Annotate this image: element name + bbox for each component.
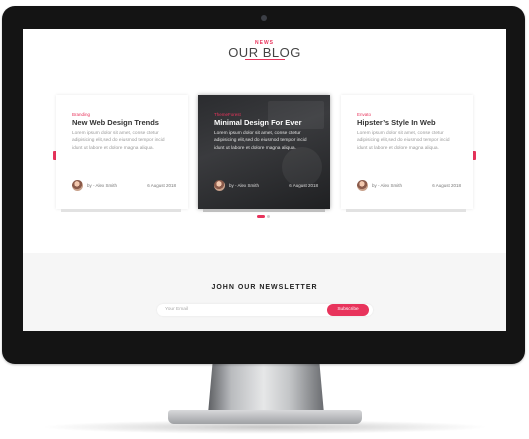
website-screen: NEWS OUR BLOG ‹ › Branding New Web Desig… <box>23 29 506 331</box>
camera-icon <box>261 15 267 21</box>
card-title[interactable]: New Web Design Trends <box>72 118 159 127</box>
card-author[interactable]: by - Alex Smith <box>372 183 402 188</box>
newsletter-title: JOHN OUR NEWSLETTER <box>211 284 318 291</box>
card-category[interactable]: Branding <box>72 112 90 117</box>
card-category[interactable]: Envato <box>357 112 371 117</box>
card-date: 6 August 2018 <box>432 183 461 188</box>
avatar <box>214 180 225 191</box>
card-date: 6 August 2018 <box>289 183 318 188</box>
card-excerpt: Lorem ipsum dolor sit amet, conse ctetur… <box>72 131 165 151</box>
card-excerpt: Lorem ipsum dolor sit amet, conse ctetur… <box>214 131 307 151</box>
card-author[interactable]: by - Alex Smith <box>229 183 259 188</box>
avatar <box>72 180 83 191</box>
card-category[interactable]: ThemeForest <box>214 112 241 117</box>
newsletter-section: JOHN OUR NEWSLETTER Your Email Subscribe <box>23 253 506 331</box>
card-excerpt: Lorem ipsum dolor sit amet, conse ctetur… <box>357 131 450 151</box>
card-title[interactable]: Minimal Design For Ever <box>214 118 302 127</box>
blog-card-1[interactable]: Branding New Web Design Trends Lorem ips… <box>56 95 188 209</box>
carousel-dot[interactable] <box>267 215 270 218</box>
background-bike-shape <box>282 147 322 187</box>
card-shadow-bar <box>203 209 325 212</box>
blog-card-2[interactable]: ThemeForest Minimal Design For Ever Lore… <box>198 95 330 209</box>
monitor-stand-neck <box>208 362 324 414</box>
card-shadow-bar <box>346 209 466 212</box>
monitor-stand-base <box>168 410 362 424</box>
card-date: 6 August 2018 <box>147 183 176 188</box>
avatar <box>357 180 368 191</box>
card-shadow-bar <box>61 209 181 212</box>
blog-title: OUR BLOG <box>228 45 301 60</box>
card-title[interactable]: Hipster’s Style In Web <box>357 118 436 127</box>
blog-card-3[interactable]: Envato Hipster’s Style In Web Lorem ipsu… <box>341 95 473 209</box>
email-placeholder: Your Email <box>165 307 189 312</box>
carousel-dot-active[interactable] <box>257 215 265 218</box>
card-author[interactable]: by - Alex Smith <box>87 183 117 188</box>
subscribe-button[interactable]: Subscribe <box>327 304 369 316</box>
title-underline <box>245 59 285 60</box>
